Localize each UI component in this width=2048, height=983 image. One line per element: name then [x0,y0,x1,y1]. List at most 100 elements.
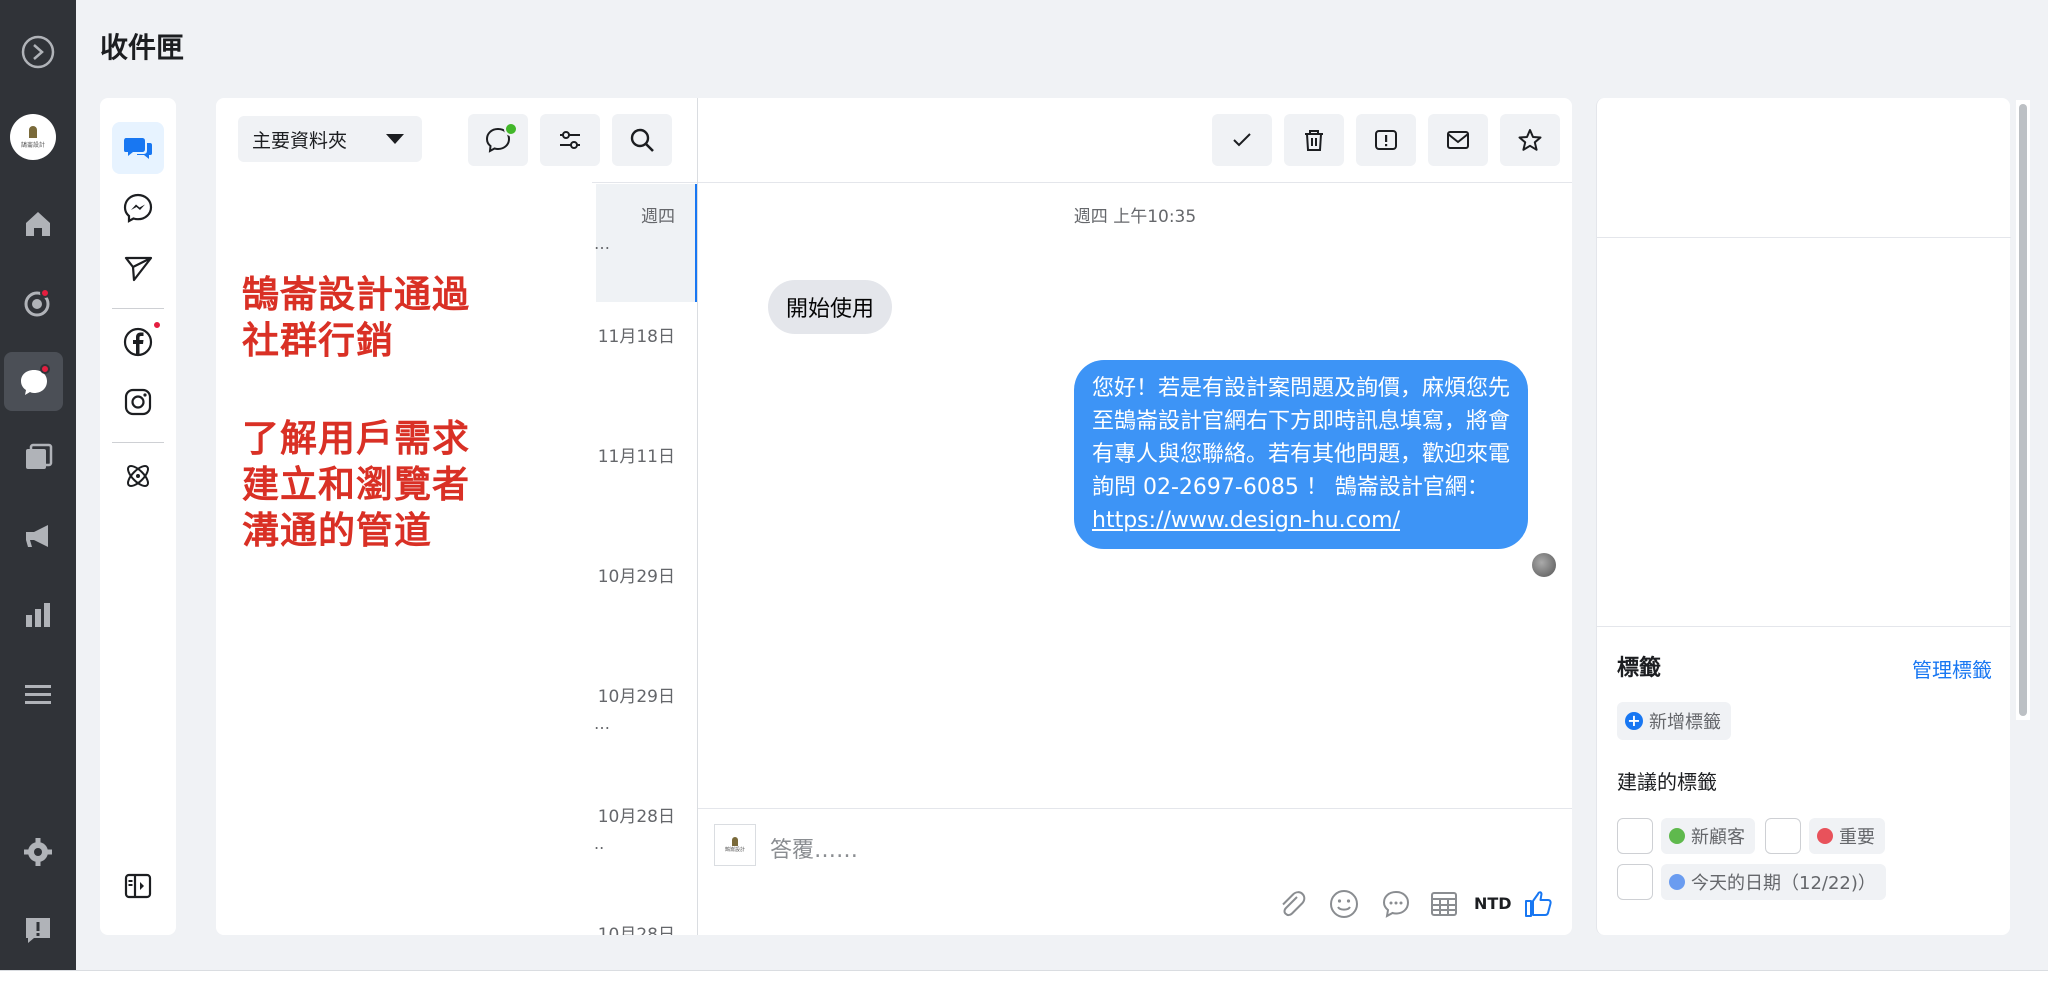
avatar-text: 鵠崙設計 [20,141,45,149]
scroll-thumb[interactable] [2019,104,2027,716]
settings-icon[interactable] [0,822,76,882]
activity-badge [40,288,50,298]
saved-reply-icon[interactable] [1376,884,1416,924]
check-icon [1233,133,1251,147]
row-date[interactable]: 10月28日 [598,802,675,827]
facebook-badge [152,320,162,330]
suggested-tags-title: 建議的標籤 [1617,770,1717,794]
tag-label: 新顧客 [1691,827,1745,848]
content-icon[interactable] [0,428,76,488]
home-icon[interactable] [0,194,76,254]
all-messages-icon[interactable] [112,122,164,174]
meta-logo-icon[interactable] [0,22,76,82]
delete-button[interactable] [1284,114,1344,166]
row-date[interactable]: 10月28日 [598,920,675,935]
row-date[interactable]: 11月18日 [598,322,675,347]
collapse-panel-icon[interactable] [112,860,164,912]
row-date[interactable]: 10月29日 [598,682,675,707]
tags-title: 標籤 [1617,656,1662,681]
website-link[interactable]: https://www.design-hu.com/ [1092,508,1400,533]
promo-overlay: 鵠崙設計通過 社群行銷 了解用戶需求 建立和瀏覽者 溝通的管道 [216,182,592,935]
star-button[interactable] [1500,114,1560,166]
overlay-line: 建立和瀏覽者 [242,463,470,506]
search-icon [630,128,654,152]
row-date[interactable]: 10月29日 [598,562,675,587]
chevron-down-icon [386,134,404,144]
row-date: 週四 [641,207,675,227]
manage-tags-link[interactable]: 管理標籤 [1912,654,1992,683]
overlay-line: 溝通的管道 [242,509,432,552]
message-thread: 週四 上午10:35 開始使用 您好！若是有設計案問題及詢價，麻煩您先至鵠崙設計… [698,98,1572,935]
feedback-icon[interactable] [0,900,76,960]
tag-checkbox[interactable] [1617,864,1653,900]
like-thumb-icon[interactable] [1518,884,1558,924]
suggested-tag-chip[interactable]: 今天的日期（12/22)） [1661,864,1886,900]
plus-circle-icon: + [1625,712,1643,730]
star-icon [1518,129,1542,151]
inbox-badge [40,364,50,374]
global-nav-rail: 鵠崙設計 [0,0,76,983]
alert-icon [1375,130,1397,150]
reply-input[interactable]: 答覆…… [770,832,858,864]
tag-label: 重要 [1839,827,1875,848]
tag-color-dot [1669,828,1685,844]
automation-icon[interactable] [112,450,164,502]
thread-header-divider [698,182,1572,183]
unread-filter-button[interactable] [468,114,528,166]
panel-divider [1597,237,2011,238]
add-tag-label: 新增標籤 [1649,712,1721,733]
composer-page-avatar: 鵠崙設計 [714,824,756,866]
composer-logo-text: 鵠崙設計 [724,847,745,853]
overlay-line: 鵠崙設計通過 [242,273,470,316]
suggested-tag-chip[interactable]: 新顧客 [1661,818,1755,854]
tag-checkbox[interactable] [1617,818,1653,854]
contact-info-panel: 標籤 管理標籤 + 新增標籤 建議的標籤 新顧客 重要 今天的日期（12/22)… [1596,98,2011,935]
attachment-icon[interactable] [1272,884,1312,924]
menu-icon[interactable] [0,664,76,724]
activity-icon[interactable] [0,273,76,333]
row-snippet: … [594,714,610,733]
mark-unread-button[interactable] [1428,114,1488,166]
info-scrollbar[interactable] [2016,100,2030,720]
tag-checkbox[interactable] [1765,818,1801,854]
folder-dropdown[interactable]: 主要資料夾 [238,116,422,162]
ads-megaphone-icon[interactable] [0,506,76,566]
folder-label: 主要資料夾 [252,129,348,152]
emoji-icon[interactable] [1324,884,1364,924]
spam-button[interactable] [1356,114,1416,166]
send-icon[interactable] [112,242,164,294]
tag-color-dot [1817,828,1833,844]
channel-filter-column [100,98,176,935]
filter-button[interactable] [540,114,600,166]
online-dot [504,122,518,136]
sender-avatar [1532,553,1556,577]
page-avatar[interactable]: 鵠崙設計 [10,114,56,160]
channel-divider [112,308,164,309]
add-tag-button[interactable]: + 新增標籤 [1617,702,1731,740]
outgoing-message: 您好！若是有設計案問題及詢價，麻煩您先至鵠崙設計官網右下方即時訊息填寫，將會有專… [1074,360,1528,549]
channel-divider [112,442,164,443]
table-icon[interactable] [1424,884,1464,924]
composer-divider [698,808,1572,809]
search-button[interactable] [612,114,672,166]
currency-label[interactable]: NTD [1474,894,1512,913]
trash-icon [1305,130,1323,151]
mark-done-button[interactable] [1212,114,1272,166]
page-title: 收件匣 [100,31,185,64]
tag-label: 今天的日期（12/22)） [1691,873,1876,894]
panel-divider [1597,626,2011,627]
message-timestamp: 週四 上午10:35 [1073,207,1197,227]
suggested-tag-chip[interactable]: 重要 [1809,818,1885,854]
bottom-edge [0,970,2048,983]
sliders-icon [560,131,580,149]
brand-mark-icon [732,837,738,846]
conversation-list: 主要資料夾 週四 … 11月18日 11月11日 10月29日 10月29日 …… [216,98,698,935]
envelope-icon [1447,131,1469,149]
messenger-icon[interactable] [112,182,164,234]
overlay-line: 社群行銷 [242,319,394,362]
inbox-icon[interactable] [0,352,68,412]
instagram-icon[interactable] [112,376,164,428]
insights-icon[interactable] [0,585,76,645]
row-date[interactable]: 11月11日 [598,442,675,467]
outgoing-message-text: 您好！若是有設計案問題及詢價，麻煩您先至鵠崙設計官網右下方即時訊息填寫，將會有專… [1092,376,1511,500]
